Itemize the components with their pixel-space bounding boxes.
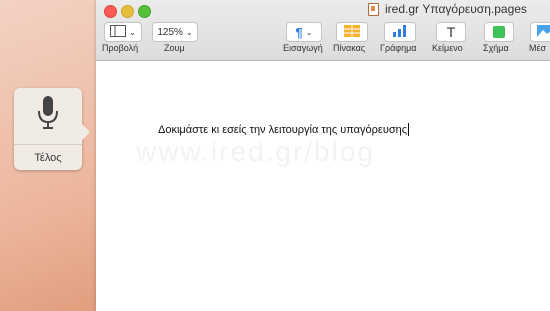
media-label: Μέσ	[529, 43, 547, 53]
toolbar: ired.gr Υπαγόρευση.pages ⌄ Προβολή 125% …	[96, 0, 550, 61]
paragraph-icon: ¶	[295, 24, 303, 40]
microphone-area	[14, 88, 82, 145]
text-button[interactable]: T	[436, 22, 466, 42]
close-window-button[interactable]	[104, 5, 117, 18]
insert-label: Εισαγωγή	[283, 43, 323, 53]
window-title-text: ired.gr Υπαγόρευση.pages	[385, 2, 527, 16]
chevron-down-icon: ⌄	[305, 27, 313, 37]
table-label: Πίνακας	[333, 43, 366, 53]
zoom-value: 125%	[157, 26, 183, 38]
photo-icon	[537, 24, 550, 40]
microphone-icon	[35, 94, 61, 139]
chart-button[interactable]	[384, 22, 416, 42]
chart-label: Γράφημα	[380, 43, 417, 53]
pages-document-icon	[368, 2, 379, 16]
minimize-window-button[interactable]	[121, 5, 134, 18]
view-label: Προβολή	[102, 43, 139, 53]
watermark: www.ired.gr/blog	[136, 136, 375, 167]
text-label: Κείμενο	[432, 43, 463, 53]
shape-label: Σχήμα	[483, 43, 509, 53]
chevron-down-icon: ⌄	[185, 27, 193, 37]
insert-button[interactable]: ¶ ⌄	[286, 22, 322, 42]
shape-button[interactable]	[484, 22, 514, 42]
pages-window: ired.gr Υπαγόρευση.pages ⌄ Προβολή 125% …	[96, 0, 550, 311]
table-icon	[344, 24, 360, 40]
bar-chart-icon	[392, 24, 408, 40]
done-button[interactable]: Τέλος	[14, 145, 82, 171]
chevron-down-icon: ⌄	[129, 27, 136, 37]
view-button[interactable]: ⌄	[104, 22, 142, 42]
dictation-panel: Τέλος	[14, 88, 90, 171]
text-icon: T	[446, 24, 456, 40]
square-shape-icon	[493, 26, 505, 38]
sidebar-view-icon	[110, 24, 127, 40]
zoom-select[interactable]: 125% ⌄	[152, 22, 198, 42]
body-text: Δοκιμάστε κι εσείς την λειτουργία της υπ…	[158, 123, 408, 136]
document-body-text[interactable]: Δοκιμάστε κι εσείς την λειτουργία της υπ…	[158, 123, 410, 136]
table-button[interactable]	[336, 22, 368, 42]
zoom-window-button[interactable]	[138, 5, 151, 18]
media-button[interactable]	[530, 22, 550, 42]
window-title: ired.gr Υπαγόρευση.pages	[368, 2, 527, 16]
text-cursor	[408, 123, 410, 136]
zoom-label: Ζουμ	[164, 43, 185, 53]
